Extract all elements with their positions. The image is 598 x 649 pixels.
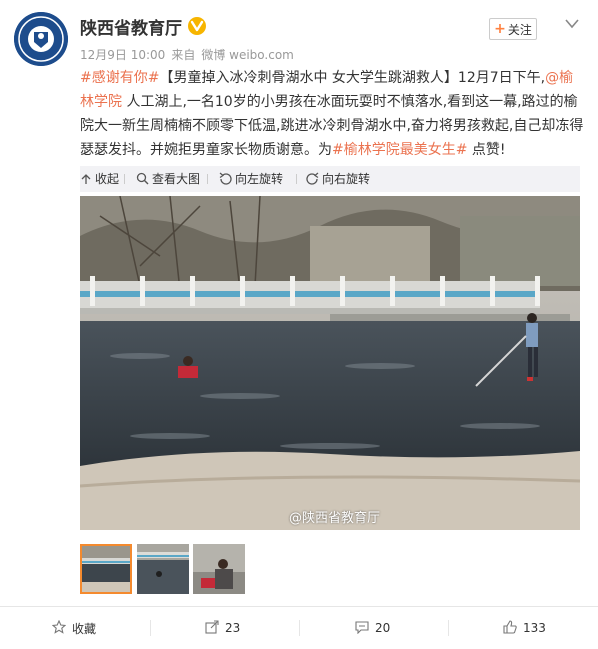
post-text: #感谢有你#【男童掉入冰冷刺骨湖水中 女大学生跳湖救人】12月7日下午,@榆林学… xyxy=(80,66,586,162)
post-source[interactable]: 微博 weibo.com xyxy=(201,46,294,63)
toolbar-divider xyxy=(124,174,125,184)
repost-count: 23 xyxy=(225,621,241,635)
collapse-arrow-icon xyxy=(80,173,92,185)
favorite-label: 收藏 xyxy=(72,621,97,636)
post-action-bar: 收藏 23 20 133 xyxy=(0,606,598,649)
thumbs-up-icon xyxy=(503,619,517,637)
post-date[interactable]: 12月9日 10:00 xyxy=(80,46,165,63)
post-meta: 12月9日 10:00 来自 微博 weibo.com xyxy=(80,46,294,63)
follow-button[interactable]: + 关注 xyxy=(489,18,537,40)
account-name[interactable]: 陕西省教育厅 xyxy=(80,14,182,39)
like-button[interactable]: 133 xyxy=(503,607,546,649)
view-large-button[interactable]: 查看大图 xyxy=(136,170,200,187)
action-divider xyxy=(448,620,449,636)
collapse-button[interactable]: 收起 xyxy=(80,170,119,187)
topic-link-best-girl[interactable]: #榆林学院最美女生# xyxy=(332,142,467,158)
post-headline: 【男童掉入冰冷刺骨湖水中 女大学生跳湖救人】12月7日下午, xyxy=(159,70,546,86)
rotate-right-icon xyxy=(306,172,319,185)
favorite-button[interactable]: 收藏 xyxy=(51,607,97,649)
rotate-left-icon xyxy=(219,172,232,185)
photo-thumbnail-3[interactable] xyxy=(193,544,245,594)
comment-count: 20 xyxy=(375,621,391,635)
collapse-label: 收起 xyxy=(95,172,120,186)
verified-badge-icon xyxy=(188,17,206,35)
toolbar-divider xyxy=(207,174,208,184)
more-options-chevron-icon[interactable] xyxy=(564,16,580,30)
comment-button[interactable]: 20 xyxy=(355,607,390,649)
rotate-right-button[interactable]: 向右旋转 xyxy=(306,170,370,187)
repost-icon xyxy=(205,619,219,637)
view-large-label: 查看大图 xyxy=(152,172,201,186)
photo-watermark: @陕西省教育厅 xyxy=(288,511,380,526)
toolbar-divider xyxy=(296,174,297,184)
source-prefix: 来自 xyxy=(171,48,196,62)
rotate-left-button[interactable]: 向左旋转 xyxy=(219,170,283,187)
action-divider xyxy=(299,620,300,636)
photo-thumbnail-1[interactable] xyxy=(80,544,132,594)
photo-thumbnail-2[interactable] xyxy=(137,544,189,594)
topic-link-thanks[interactable]: #感谢有你# xyxy=(80,70,159,86)
post-body-end: 点赞! xyxy=(467,142,506,158)
rotate-left-label: 向左旋转 xyxy=(235,172,284,186)
action-divider xyxy=(150,620,151,636)
post-photo[interactable]: @陕西省教育厅 xyxy=(80,196,580,530)
star-icon xyxy=(51,619,67,637)
account-header: 陕西省教育厅 xyxy=(80,12,206,40)
rotate-right-label: 向右旋转 xyxy=(322,172,371,186)
plus-icon: + xyxy=(494,21,506,37)
like-count: 133 xyxy=(523,621,546,635)
account-avatar[interactable] xyxy=(14,12,68,66)
image-toolbar: 收起 查看大图 向左旋转 向右旋转 xyxy=(80,166,580,192)
repost-button[interactable]: 23 xyxy=(205,607,240,649)
follow-label: 关注 xyxy=(507,22,532,37)
magnifier-icon xyxy=(136,172,149,185)
comment-icon xyxy=(355,620,369,637)
